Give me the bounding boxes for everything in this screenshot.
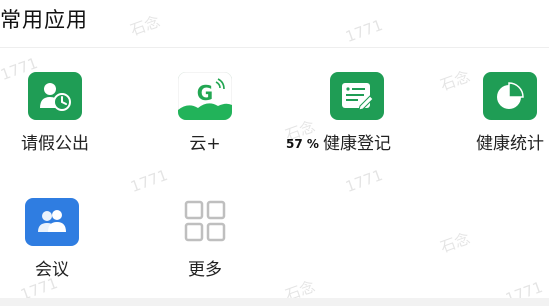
section-title: 常用应用 [0,8,88,32]
watermark: 1771 [128,166,171,196]
svg-text:G: G [197,81,213,105]
cloud-plus-icon: G [178,72,232,120]
meeting-icon [25,198,79,246]
health-register-icon [330,72,384,120]
app-label: 请假公出 [21,134,89,154]
health-stats-icon [483,72,537,120]
zoom-indicator: 57 % [286,137,319,151]
more-grid-icon [178,198,232,246]
leave-icon [28,72,82,120]
app-health-stats[interactable]: 健康统计 [455,72,549,154]
app-label: 健康统计 [476,134,544,154]
bottom-strip [0,298,549,306]
app-label: 更多 [188,260,222,280]
watermark: 石念 [127,12,163,40]
app-leave[interactable]: 请假公出 [0,72,110,154]
app-label: 会议 [35,260,69,280]
divider [0,47,549,48]
app-more[interactable]: 更多 [150,198,260,280]
app-cloud-plus[interactable]: G 云+ [150,72,260,154]
app-label: 云+ [189,134,221,154]
watermark: 1771 [343,166,386,196]
watermark: 石念 [437,229,473,257]
app-meeting[interactable]: 会议 [0,198,107,280]
watermark: 1771 [343,16,386,46]
